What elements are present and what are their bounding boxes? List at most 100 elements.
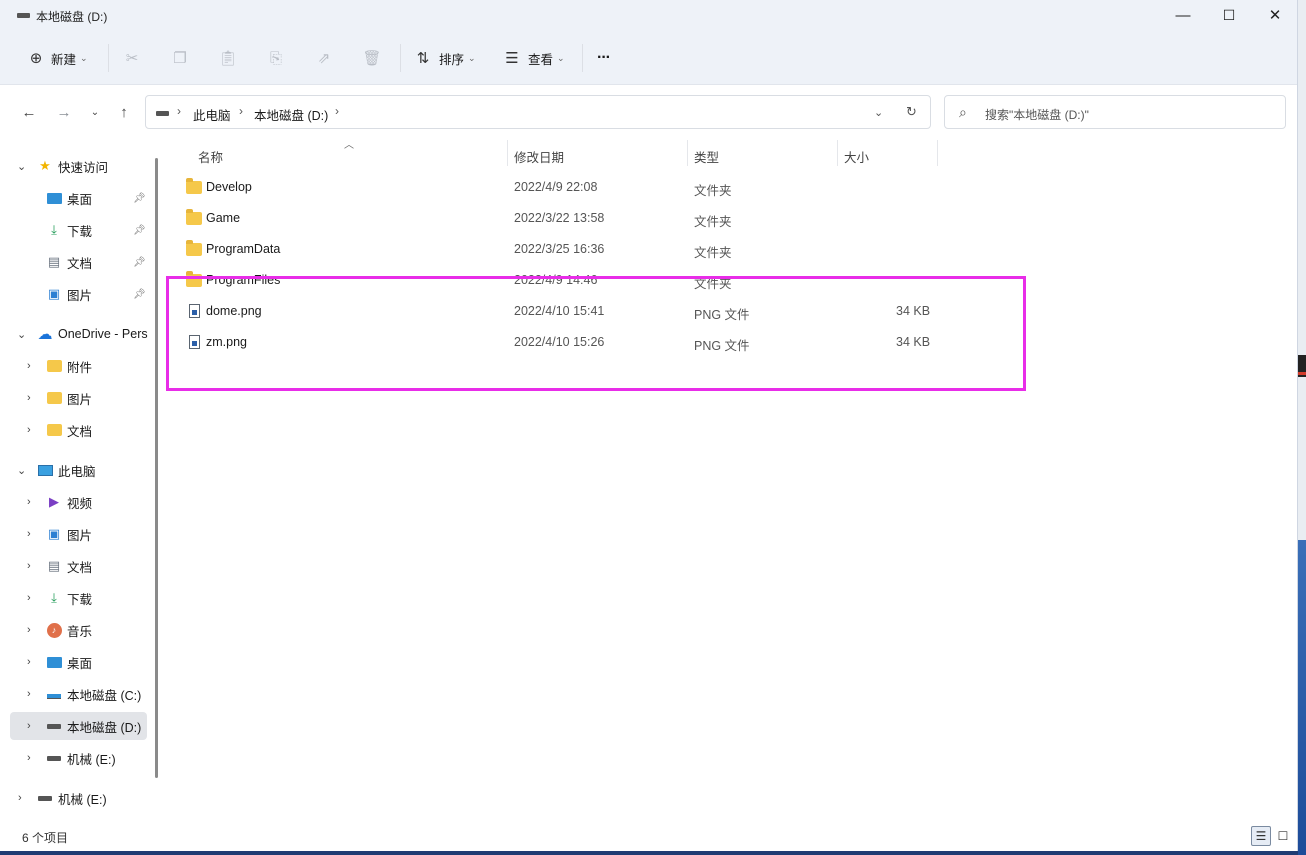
list-view-icon: ☰	[505, 50, 519, 67]
column-divider[interactable]	[937, 140, 938, 166]
video-icon: ▶	[49, 494, 59, 509]
sort-icon: ⇅	[416, 50, 430, 67]
sidebar-item-pc-desktop[interactable]: › 桌面	[0, 648, 150, 676]
file-row[interactable]: ProgramData 2022/3/25 16:36 文件夹	[175, 234, 975, 265]
chevron-right-icon: ›	[27, 720, 31, 732]
file-row[interactable]: dome.png 2022/4/10 15:41 PNG 文件 34 KB	[175, 296, 975, 327]
file-row[interactable]: Develop 2022/4/9 22:08 文件夹	[175, 172, 975, 203]
minimize-button[interactable]: —	[1160, 0, 1206, 30]
chevron-down-icon: ⌄	[80, 52, 88, 63]
breadcrumb-this-pc[interactable]: 此电脑	[193, 105, 231, 124]
sidebar-item-videos[interactable]: › ▶ 视频	[0, 488, 150, 516]
sidebar-item-drive-d[interactable]: › 本地磁盘 (D:)	[10, 712, 147, 740]
sidebar-item-attachments[interactable]: › 附件	[0, 352, 150, 380]
sidebar-scrollbar[interactable]	[155, 158, 158, 778]
sidebar-item-pc-documents[interactable]: › ▤ 文档	[0, 552, 150, 580]
folder-icon	[186, 178, 202, 194]
sidebar-item-label: 下载	[67, 224, 93, 239]
sort-label: 排序	[439, 52, 465, 67]
column-header-size[interactable]: 大小	[844, 147, 869, 166]
divider	[582, 44, 583, 72]
column-divider[interactable]	[687, 140, 688, 166]
up-button[interactable]: ↑	[112, 100, 136, 124]
image-file-icon	[189, 304, 200, 318]
document-icon: ▤	[47, 558, 61, 573]
delete-button[interactable]: 🗑︎	[362, 44, 382, 72]
back-button[interactable]: ←	[17, 100, 41, 124]
sidebar-item-desktop[interactable]: 桌面 📌︎	[0, 184, 150, 212]
breadcrumb-drive-d[interactable]: 本地磁盘 (D:)	[254, 105, 328, 124]
search-box[interactable]: ⌕ 搜索"本地磁盘 (D:)"	[944, 95, 1286, 129]
chevron-right-icon: ›	[335, 104, 339, 118]
new-button[interactable]: ⊕ 新建 ⌄	[27, 44, 88, 72]
refresh-icon[interactable]: ↻	[906, 104, 917, 120]
address-bar[interactable]: › 此电脑 › 本地磁盘 (D:) › ⌄ ↻	[145, 95, 931, 129]
file-explorer-window: 本地磁盘 (D:) — ☐ ✕ ⊕ 新建 ⌄ ✂ ❐ 📋︎ ⎘ ⇗ 🗑︎ ⇅ 排…	[0, 0, 1298, 851]
column-header-date[interactable]: 修改日期	[514, 147, 564, 166]
folder-icon	[46, 390, 62, 406]
title-bar: 本地磁盘 (D:) — ☐ ✕	[0, 0, 1297, 30]
more-options-button[interactable]: ···	[597, 44, 611, 72]
column-divider[interactable]	[507, 140, 508, 166]
recent-locations-button[interactable]: ⌄	[83, 100, 107, 124]
window-title: 本地磁盘 (D:)	[36, 10, 108, 24]
sidebar-item-quick-access[interactable]: ⌄ ★ 快速访问	[0, 152, 150, 180]
trash-icon: 🗑︎	[362, 50, 382, 67]
picture-icon: ▣	[47, 526, 61, 541]
sort-button[interactable]: ⇅ 排序 ⌄	[414, 44, 476, 72]
sidebar-item-documents[interactable]: ▤ 文档 📌︎	[0, 248, 150, 276]
sidebar-item-pc-pictures[interactable]: › ▣ 图片	[0, 520, 150, 548]
chevron-right-icon: ›	[27, 392, 31, 404]
sidebar-item-label: 桌面	[67, 192, 93, 207]
sidebar-item-label: 附件	[67, 360, 93, 375]
sidebar-item-pc-downloads[interactable]: › ⤓ 下载	[0, 584, 150, 612]
chevron-down-icon: ⌄	[17, 464, 27, 477]
column-header-name[interactable]: 名称	[198, 147, 223, 166]
sidebar-item-drive-c[interactable]: › 本地磁盘 (C:)	[0, 680, 150, 708]
sidebar-item-label: 快速访问	[58, 160, 109, 175]
desktop-background	[1298, 0, 1306, 855]
maximize-button[interactable]: ☐	[1206, 0, 1252, 30]
arrow-right-icon: →	[56, 103, 72, 121]
computer-icon	[37, 462, 53, 478]
sidebar-item-this-pc[interactable]: ⌄ 此电脑	[0, 456, 150, 484]
sidebar-item-label: 文档	[67, 560, 93, 575]
forward-button[interactable]: →	[52, 100, 76, 124]
address-history-dropdown[interactable]: ⌄	[874, 106, 883, 119]
sidebar-item-music[interactable]: › ♪ 音乐	[0, 616, 150, 644]
folder-icon	[186, 240, 202, 256]
file-row[interactable]: ProgramFiles 2022/4/9 14:46 文件夹	[175, 265, 975, 296]
sidebar-item-label: 文档	[67, 256, 93, 271]
file-row[interactable]: zm.png 2022/4/10 15:26 PNG 文件 34 KB	[175, 327, 975, 358]
sidebar-item-label: 桌面	[67, 656, 93, 671]
folder-icon	[186, 271, 202, 287]
sidebar-item-drive-e[interactable]: › 机械 (E:)	[0, 744, 150, 772]
share-button[interactable]: ⇗	[315, 44, 333, 72]
column-divider[interactable]	[837, 140, 838, 166]
sidebar-item-onedrive-pictures[interactable]: › 图片	[0, 384, 150, 412]
drive-icon	[17, 13, 30, 18]
cut-button[interactable]: ✂	[123, 44, 141, 72]
folder-icon	[186, 209, 202, 225]
tiles-view-button[interactable]: ☐	[1273, 826, 1293, 846]
sidebar-item-downloads[interactable]: ⤓ 下载 📌︎	[0, 216, 150, 244]
file-name: ProgramData	[206, 242, 281, 256]
close-button[interactable]: ✕	[1252, 0, 1298, 30]
drive-c-icon	[46, 686, 62, 702]
details-view-button[interactable]: ☰	[1251, 826, 1271, 846]
chevron-right-icon: ›	[239, 104, 243, 118]
rename-button[interactable]: ⎘	[267, 44, 285, 72]
view-button[interactable]: ☰ 查看 ⌄	[503, 44, 564, 72]
column-header-type[interactable]: 类型	[694, 147, 719, 166]
file-row[interactable]: Game 2022/3/22 13:58 文件夹	[175, 203, 975, 234]
file-size: 34 KB	[896, 304, 931, 318]
sidebar-item-network-drive-e[interactable]: › 机械 (E:)	[0, 784, 150, 812]
file-name: Game	[206, 211, 241, 225]
image-file-icon	[189, 335, 200, 349]
status-bar: 6 个项目 ☰ ☐	[0, 824, 1297, 848]
sidebar-item-pictures[interactable]: ▣ 图片 📌︎	[0, 280, 150, 308]
copy-button[interactable]: ❐	[171, 44, 189, 72]
paste-button[interactable]: 📋︎	[218, 44, 237, 72]
sidebar-item-onedrive-documents[interactable]: › 文档	[0, 416, 150, 444]
sidebar-item-onedrive[interactable]: ⌄ ☁ OneDrive - Pers	[0, 320, 150, 348]
